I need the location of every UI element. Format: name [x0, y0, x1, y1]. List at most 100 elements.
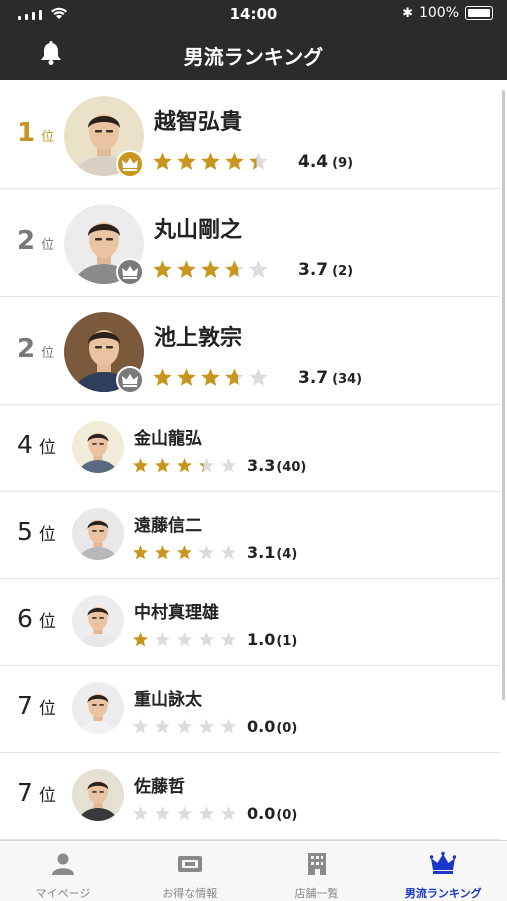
crown-badge-icon — [116, 258, 144, 286]
person-name[interactable]: 重山詠太 — [134, 685, 202, 710]
battery-area: ✱ 100% — [402, 5, 493, 21]
rating-score: 3.7 (34) — [298, 368, 362, 388]
person-name[interactable]: 越智弘貴 — [154, 104, 242, 136]
status-bar: 14:00 ✱ 100% — [0, 0, 507, 28]
star-rating — [132, 544, 237, 561]
person-name[interactable]: 中村真理雄 — [134, 598, 219, 623]
star-icon — [225, 368, 244, 386]
avatar[interactable] — [72, 682, 124, 734]
star-icon — [201, 260, 220, 278]
ranking-row[interactable]: 6 位 中村真理雄 1.0(1) — [0, 578, 500, 666]
review-count: (0) — [276, 808, 298, 823]
star-icon — [177, 632, 192, 647]
ranking-row[interactable]: 7 位 佐藤哲 0.0(0) — [0, 752, 500, 840]
ranking-row[interactable]: 2 位 丸山剛之 3.7 (2) — [0, 188, 500, 297]
star-icon — [221, 719, 236, 734]
star-icon — [155, 719, 170, 734]
rank-label: 2位 — [17, 226, 54, 256]
star-rating — [132, 805, 237, 822]
tab-3[interactable]: 店舗一覧 — [254, 841, 380, 901]
rating-value: 3.7 — [298, 368, 329, 388]
rank-unit: 位 — [41, 238, 55, 253]
star-rating — [152, 259, 269, 280]
star-icon — [155, 458, 170, 473]
ranking-row[interactable]: 2 位 池上敦宗 3.7 (34) — [0, 296, 500, 405]
ranking-row[interactable]: 4 位 金山龍弘 3.3(40) — [0, 404, 500, 492]
person-name[interactable]: 佐藤哲 — [134, 772, 185, 797]
rank-unit: 位 — [38, 525, 56, 545]
star-icon — [133, 806, 148, 821]
rating-score: 3.3(40) — [247, 456, 306, 475]
rating-value: 1.0 — [247, 630, 276, 649]
star-rating — [132, 631, 237, 648]
rating-value: 3.1 — [247, 543, 276, 562]
ranking-row[interactable]: 7 位 重山詠太 0.0(0) — [0, 665, 500, 753]
rating-value: 4.4 — [298, 152, 329, 172]
bluetooth-icon: ✱ — [402, 5, 413, 21]
person-name[interactable]: 丸山剛之 — [154, 212, 242, 244]
rank-number: 5 — [17, 517, 33, 546]
tab-4[interactable]: 男流ランキング — [380, 841, 506, 901]
star-icon — [199, 806, 214, 821]
star-icon — [199, 719, 214, 734]
review-count: (4) — [276, 547, 298, 562]
star-icon — [153, 152, 172, 170]
ranking-row[interactable]: 1 位 越智弘貴 4.4 (9) — [0, 80, 500, 189]
star-icon — [155, 632, 170, 647]
rank-unit: 位 — [38, 438, 56, 458]
battery-percent: 100% — [418, 5, 459, 21]
star-icon — [225, 152, 244, 170]
star-icon — [225, 260, 244, 278]
review-count: (2) — [332, 264, 354, 279]
tab-1[interactable]: マイページ — [0, 841, 126, 901]
star-rating — [152, 151, 269, 172]
star-icon — [221, 632, 236, 647]
rank-unit: 位 — [38, 786, 56, 806]
review-count: (1) — [276, 634, 298, 649]
rating-value: 3.7 — [298, 260, 329, 280]
ranking-list[interactable]: 1 位越智弘貴 4.4 (9) 2 位丸山剛之 3.7 (2) 2 位池上敦宗 3.7 (34) 4 位金… — [0, 80, 500, 840]
nav-bar: 男流ランキング — [0, 28, 507, 80]
building-icon — [307, 853, 326, 875]
person-name[interactable]: 遠藤信二 — [134, 511, 202, 536]
person-name[interactable]: 金山龍弘 — [134, 424, 202, 449]
star-icon — [155, 545, 170, 560]
avatar[interactable] — [72, 769, 124, 821]
avatar[interactable] — [72, 595, 124, 647]
avatar[interactable] — [72, 421, 124, 473]
rating-score: 0.0(0) — [247, 717, 297, 736]
avatar[interactable] — [72, 508, 124, 560]
star-rating — [132, 457, 237, 474]
person-name[interactable]: 池上敦宗 — [154, 320, 242, 352]
star-rating — [132, 718, 237, 735]
star-icon — [153, 260, 172, 278]
review-count: (34) — [332, 372, 363, 387]
star-icon — [155, 806, 170, 821]
rank-label: 5位 — [17, 517, 56, 546]
rating-score: 1.0(1) — [247, 630, 297, 649]
tab-2[interactable]: お得な情報 — [127, 841, 253, 901]
rank-label: 1位 — [17, 118, 54, 148]
star-icon — [177, 545, 192, 560]
rank-number: 2 — [17, 226, 36, 256]
star-icon — [249, 260, 268, 278]
page-title: 男流ランキング — [183, 45, 324, 69]
rank-label: 6位 — [17, 604, 56, 633]
star-icon — [177, 719, 192, 734]
star-icon — [199, 632, 214, 647]
rank-label: 2位 — [17, 334, 54, 364]
battery-icon — [465, 6, 493, 20]
rank-label: 7位 — [17, 778, 56, 807]
ranking-row[interactable]: 5 位 遠藤信二 3.1(4) — [0, 491, 500, 579]
rank-label: 7位 — [17, 691, 56, 720]
rating-value: 0.0 — [247, 804, 276, 823]
star-icon — [199, 458, 214, 473]
review-count: (40) — [276, 460, 307, 475]
rank-unit: 位 — [41, 130, 55, 145]
rank-label: 4位 — [17, 430, 56, 459]
star-icon — [201, 152, 220, 170]
scrollbar[interactable] — [502, 90, 505, 700]
star-icon — [199, 545, 214, 560]
rating-value: 3.3 — [247, 456, 276, 475]
ticket-icon — [177, 856, 202, 872]
